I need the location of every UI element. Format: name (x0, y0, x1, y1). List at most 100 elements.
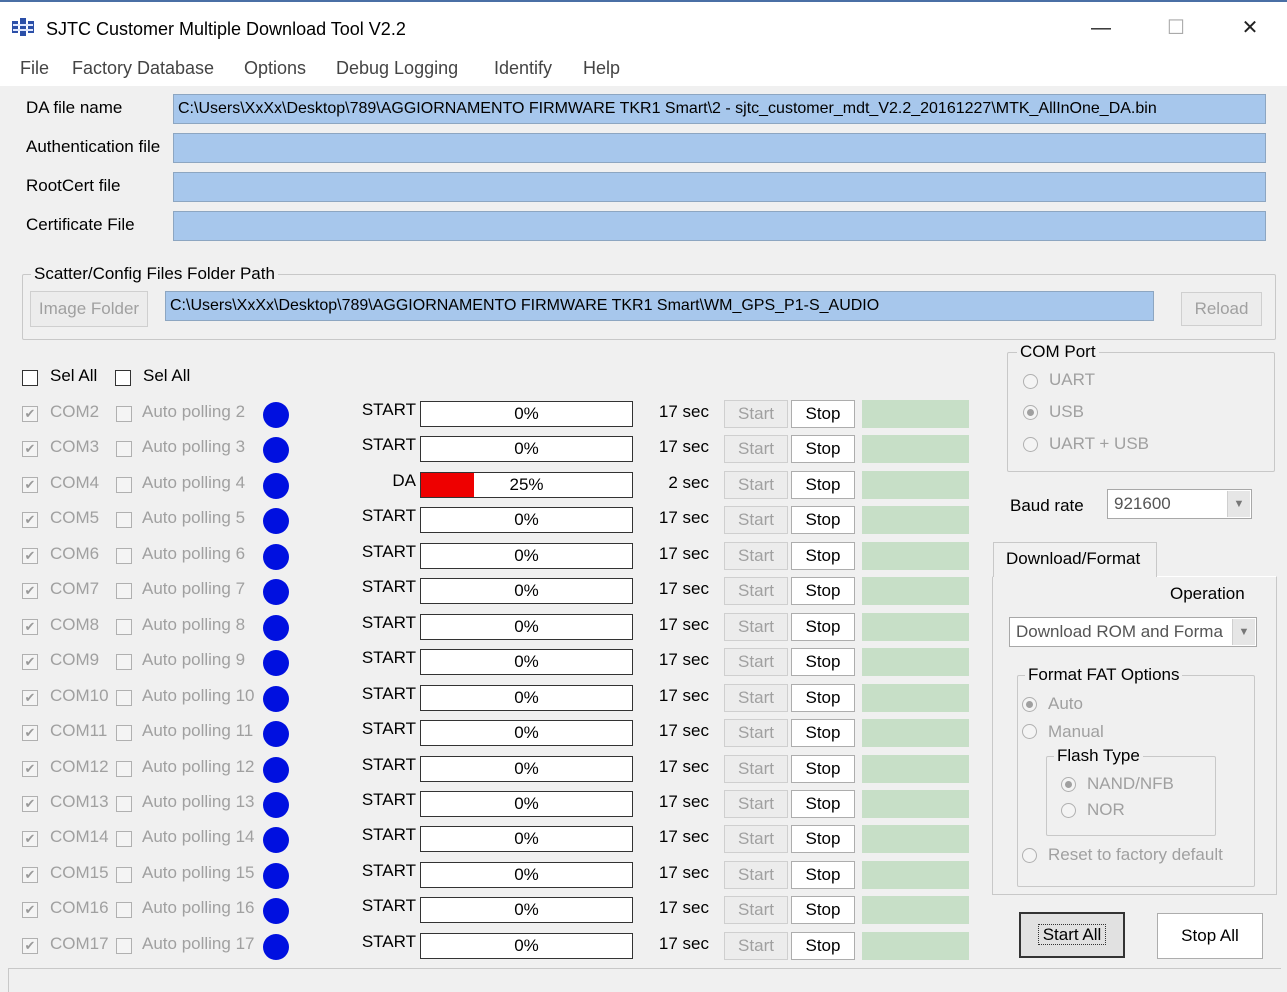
port-stop-button[interactable]: Stop (791, 932, 855, 960)
port-start-button[interactable]: Start (724, 542, 788, 570)
port-start-button[interactable]: Start (724, 825, 788, 853)
menu-identify[interactable]: Identify (494, 58, 552, 79)
radio-uart[interactable] (1023, 374, 1038, 389)
port-start-button[interactable]: Start (724, 400, 788, 428)
auto-polling-checkbox[interactable] (116, 938, 132, 954)
auto-polling-checkbox[interactable] (116, 512, 132, 528)
port-checkbox[interactable]: ✔ (22, 690, 38, 706)
operation-label: Operation (1170, 584, 1245, 603)
auto-polling-checkbox[interactable] (116, 796, 132, 812)
port-checkbox[interactable]: ✔ (22, 902, 38, 918)
sel-all-checkbox-1[interactable] (22, 370, 38, 386)
port-checkbox[interactable]: ✔ (22, 938, 38, 954)
port-stop-button[interactable]: Stop (791, 648, 855, 676)
port-checkbox[interactable]: ✔ (22, 406, 38, 422)
auto-polling-checkbox[interactable] (116, 690, 132, 706)
menu-debug-logging[interactable]: Debug Logging (336, 58, 458, 79)
radio-usb-label: USB (1049, 402, 1084, 421)
port-start-button[interactable]: Start (724, 648, 788, 676)
port-start-button[interactable]: Start (724, 506, 788, 534)
radio-format-manual[interactable] (1022, 724, 1037, 739)
port-checkbox[interactable]: ✔ (22, 654, 38, 670)
radio-format-auto[interactable] (1022, 697, 1037, 712)
port-start-button[interactable]: Start (724, 684, 788, 712)
port-checkbox[interactable]: ✔ (22, 831, 38, 847)
radio-reset-factory[interactable] (1022, 848, 1037, 863)
auto-polling-checkbox[interactable] (116, 548, 132, 564)
com-label: COM9 (50, 650, 100, 669)
port-checkbox[interactable]: ✔ (22, 867, 38, 883)
port-stop-button[interactable]: Stop (791, 613, 855, 641)
port-start-button[interactable]: Start (724, 790, 788, 818)
auto-polling-checkbox[interactable] (116, 725, 132, 741)
auto-polling-checkbox[interactable] (116, 761, 132, 777)
port-start-button[interactable]: Start (724, 896, 788, 924)
radio-nor[interactable] (1061, 803, 1076, 818)
close-button[interactable]: ✕ (1227, 8, 1273, 48)
port-start-button[interactable]: Start (724, 861, 788, 889)
port-start-button[interactable]: Start (724, 932, 788, 960)
port-stop-button[interactable]: Stop (791, 684, 855, 712)
minimize-button[interactable]: — (1078, 8, 1124, 48)
radio-nand[interactable] (1061, 777, 1076, 792)
port-stop-button[interactable]: Stop (791, 861, 855, 889)
port-status-box (862, 755, 969, 783)
port-checkbox[interactable]: ✔ (22, 725, 38, 741)
authentication-file-field[interactable] (173, 133, 1266, 163)
reload-button[interactable]: Reload (1181, 292, 1262, 326)
sel-all-checkbox-2[interactable] (115, 370, 131, 386)
start-all-button[interactable]: Start All (1019, 912, 1125, 958)
port-stop-button[interactable]: Stop (791, 790, 855, 818)
auto-polling-checkbox[interactable] (116, 441, 132, 457)
radio-usb[interactable] (1023, 405, 1038, 420)
port-stop-button[interactable]: Stop (791, 825, 855, 853)
port-stop-button[interactable]: Stop (791, 719, 855, 747)
port-stop-button[interactable]: Stop (791, 471, 855, 499)
port-stop-button[interactable]: Stop (791, 400, 855, 428)
image-folder-button[interactable]: Image Folder (30, 291, 148, 327)
port-checkbox[interactable]: ✔ (22, 619, 38, 635)
com-label: COM12 (50, 757, 109, 776)
stop-all-button[interactable]: Stop All (1157, 913, 1263, 959)
auto-polling-checkbox[interactable] (116, 619, 132, 635)
da-file-field[interactable]: C:\Users\XxXx\Desktop\789\AGGIORNAMENTO … (173, 94, 1266, 124)
auto-polling-checkbox[interactable] (116, 902, 132, 918)
port-start-button[interactable]: Start (724, 471, 788, 499)
port-stop-button[interactable]: Stop (791, 435, 855, 463)
maximize-button[interactable]: ☐ (1153, 8, 1199, 48)
auto-polling-checkbox[interactable] (116, 831, 132, 847)
start-all-label: Start All (1037, 924, 1107, 945)
port-start-button[interactable]: Start (724, 435, 788, 463)
port-stop-button[interactable]: Stop (791, 542, 855, 570)
scatter-path-field[interactable]: C:\Users\XxXx\Desktop\789\AGGIORNAMENTO … (165, 291, 1154, 321)
port-checkbox[interactable]: ✔ (22, 761, 38, 777)
port-stop-button[interactable]: Stop (791, 896, 855, 924)
baud-rate-select[interactable]: 921600 ▼ (1107, 489, 1252, 519)
menu-file[interactable]: File (20, 58, 49, 79)
menu-options[interactable]: Options (244, 58, 306, 79)
port-start-button[interactable]: Start (724, 719, 788, 747)
auto-polling-checkbox[interactable] (116, 654, 132, 670)
menu-help[interactable]: Help (583, 58, 620, 79)
radio-uart-usb[interactable] (1023, 437, 1038, 452)
port-checkbox[interactable]: ✔ (22, 477, 38, 493)
auto-polling-checkbox[interactable] (116, 477, 132, 493)
auto-polling-checkbox[interactable] (116, 406, 132, 422)
port-checkbox[interactable]: ✔ (22, 441, 38, 457)
port-start-button[interactable]: Start (724, 577, 788, 605)
operation-select[interactable]: Download ROM and Forma ▼ (1009, 617, 1257, 647)
port-stop-button[interactable]: Stop (791, 506, 855, 534)
auto-polling-checkbox[interactable] (116, 583, 132, 599)
auto-polling-checkbox[interactable] (116, 867, 132, 883)
port-checkbox[interactable]: ✔ (22, 548, 38, 564)
port-stop-button[interactable]: Stop (791, 577, 855, 605)
rootcert-file-field[interactable] (173, 172, 1266, 202)
port-checkbox[interactable]: ✔ (22, 583, 38, 599)
certificate-file-field[interactable] (173, 211, 1266, 241)
port-checkbox[interactable]: ✔ (22, 512, 38, 528)
port-start-button[interactable]: Start (724, 755, 788, 783)
menu-factory-database[interactable]: Factory Database (72, 58, 214, 79)
port-stop-button[interactable]: Stop (791, 755, 855, 783)
port-start-button[interactable]: Start (724, 613, 788, 641)
port-checkbox[interactable]: ✔ (22, 796, 38, 812)
